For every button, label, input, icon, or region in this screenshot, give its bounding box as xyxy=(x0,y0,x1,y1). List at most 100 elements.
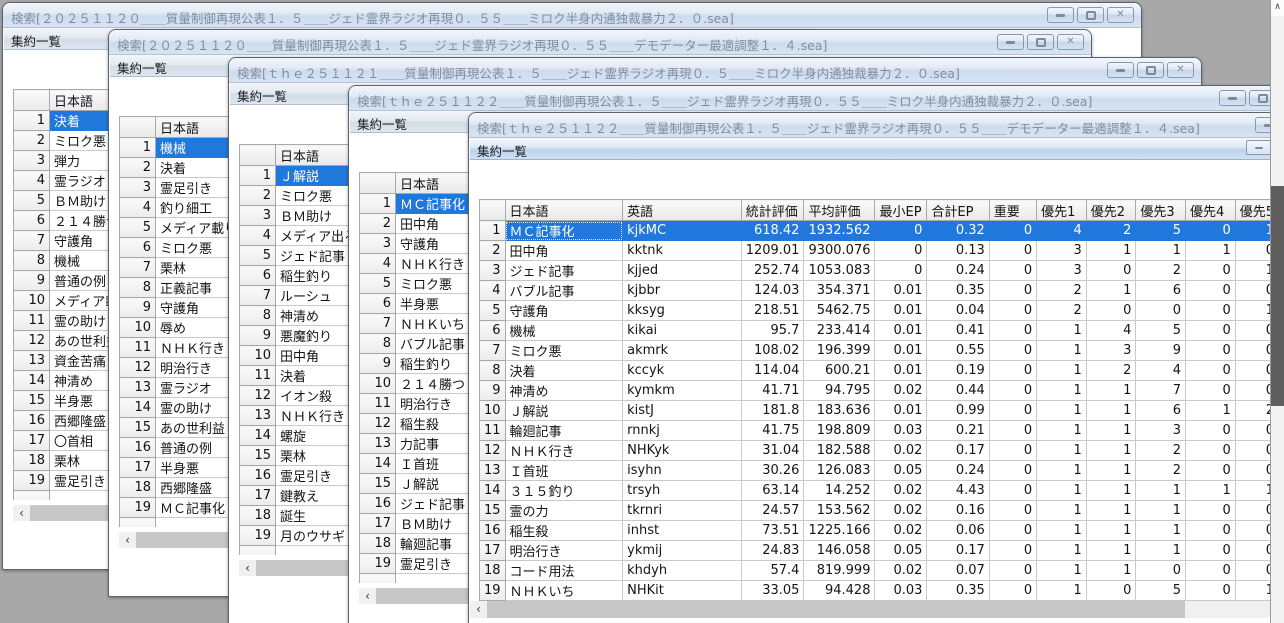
table-cell[interactable]: 0.32 xyxy=(927,221,989,241)
table-cell[interactable]: 1 xyxy=(1086,541,1136,561)
table-cell[interactable]: kjkMC xyxy=(623,221,742,241)
table-cell[interactable]: 0.01 xyxy=(875,401,927,421)
column-header-9[interactable]: 優先2 xyxy=(1086,200,1136,221)
table-cell[interactable]: kymkm xyxy=(623,381,742,401)
table-cell[interactable]: 霊の力 xyxy=(505,501,623,521)
table-cell[interactable]: 1 xyxy=(1037,381,1087,401)
table-cell[interactable]: 田中角 xyxy=(505,241,623,261)
table-cell[interactable]: 0 xyxy=(989,241,1036,261)
table-cell[interactable]: 1 xyxy=(1037,401,1087,421)
title-bar[interactable]: 検索[ｔｈｅ２５１１２１＿＿質量制御再現公表１．５＿＿ジェド霊界ラジオ再現０．５… xyxy=(229,58,1201,83)
table-cell[interactable]: 3 xyxy=(1037,261,1087,281)
table-cell[interactable]: 0.03 xyxy=(875,581,927,601)
table-cell[interactable]: 7 xyxy=(1136,381,1186,401)
table-cell[interactable]: 0 xyxy=(1136,301,1186,321)
table-cell[interactable]: 5 xyxy=(1136,221,1186,241)
table-cell[interactable]: 0 xyxy=(989,561,1036,581)
table-cell[interactable]: 機械 xyxy=(505,321,623,341)
table-cell[interactable]: 5 xyxy=(1136,321,1186,341)
table-cell[interactable]: kccyk xyxy=(623,361,742,381)
table-cell[interactable]: コード用法 xyxy=(505,561,623,581)
table-cell[interactable]: ジェド記事 xyxy=(505,261,623,281)
table-cell[interactable]: 73.51 xyxy=(741,521,804,541)
table-row[interactable]: 6機械kikai95.7233.4140.010.41014500 xyxy=(480,321,1279,341)
table-cell[interactable]: 0 xyxy=(989,321,1036,341)
table-cell[interactable]: 4 xyxy=(1136,361,1186,381)
column-header-10[interactable]: 優先3 xyxy=(1136,200,1186,221)
minimize-button[interactable] xyxy=(1107,62,1134,78)
table-cell[interactable]: NHKyk xyxy=(623,441,742,461)
table-cell[interactable]: 1 xyxy=(1037,541,1087,561)
table-cell[interactable]: 1 xyxy=(1037,421,1087,441)
table-row[interactable]: 7ミロク悪akmrk108.02196.3990.010.55013900 xyxy=(480,341,1279,361)
table-cell[interactable]: kikai xyxy=(623,321,742,341)
table-cell[interactable]: 0.41 xyxy=(927,321,989,341)
table-cell[interactable]: 0.17 xyxy=(927,541,989,561)
table-cell[interactable]: 1 xyxy=(1136,541,1186,561)
search-window-5[interactable]: 検索[ｔｈｅ２５１１２２＿＿質量制御再現公表１．５＿＿ジェド霊界ラジオ再現０．５… xyxy=(468,112,1284,623)
summary-table[interactable]: 日本語英語統計評価平均評価最小EP合計EP重要優先1優先2優先3優先4優先51Ｍ… xyxy=(479,199,1279,601)
table-cell[interactable]: 0.17 xyxy=(927,441,989,461)
table-cell[interactable]: 0 xyxy=(1186,521,1236,541)
table-row[interactable]: 15霊の力tkrnri24.57153.5620.020.16011100 xyxy=(480,501,1279,521)
table-cell[interactable]: 1 xyxy=(1037,361,1087,381)
column-header-8[interactable]: 優先1 xyxy=(1037,200,1087,221)
table-cell[interactable]: trsyh xyxy=(623,481,742,501)
table-row[interactable]: 12ＮＨＫ行きNHKyk31.04182.5880.020.17011200 xyxy=(480,441,1279,461)
table-cell[interactable]: 0.05 xyxy=(875,461,927,481)
scroll-left-icon[interactable]: ‹ xyxy=(239,560,256,576)
table-cell[interactable]: 94.795 xyxy=(804,381,875,401)
column-header-6[interactable]: 合計EP xyxy=(927,200,989,221)
close-button[interactable]: ✕ xyxy=(1057,34,1084,50)
table-cell[interactable]: 0 xyxy=(989,541,1036,561)
table-cell[interactable]: 24.57 xyxy=(741,501,804,521)
table-cell[interactable]: 0.01 xyxy=(875,321,927,341)
table-cell[interactable]: 1 xyxy=(1186,401,1236,421)
table-cell[interactable]: 0.35 xyxy=(927,281,989,301)
table-cell[interactable]: 3 xyxy=(1136,421,1186,441)
scroll-left-icon[interactable]: ‹ xyxy=(13,505,30,521)
table-cell[interactable]: 1932.562 xyxy=(804,221,875,241)
table-cell[interactable]: kistJ xyxy=(623,401,742,421)
table-cell[interactable]: 0.02 xyxy=(875,481,927,501)
table-cell[interactable]: akmrk xyxy=(623,341,742,361)
table-cell[interactable]: 0.05 xyxy=(875,541,927,561)
table-cell[interactable]: 守護角 xyxy=(505,301,623,321)
table-cell[interactable]: 0.01 xyxy=(875,281,927,301)
table-cell[interactable]: 0 xyxy=(989,381,1036,401)
table-cell[interactable]: 0.24 xyxy=(927,261,989,281)
scrollbar-thumb[interactable] xyxy=(1271,186,1284,406)
table-cell[interactable]: 0 xyxy=(989,281,1036,301)
horizontal-scrollbar[interactable]: ‹ xyxy=(470,601,1284,618)
table-cell[interactable]: 2 xyxy=(1037,281,1087,301)
table-cell[interactable]: 0 xyxy=(989,501,1036,521)
table-cell[interactable]: 0.13 xyxy=(927,241,989,261)
table-cell[interactable]: 決着 xyxy=(505,361,623,381)
table-cell[interactable]: 63.14 xyxy=(741,481,804,501)
table-row[interactable]: 11輪廻記事rnnkj41.75198.8090.030.21011300 xyxy=(480,421,1279,441)
column-header-5[interactable]: 最小EP xyxy=(875,200,927,221)
table-cell[interactable]: 1 xyxy=(1037,581,1087,601)
table-cell[interactable]: 114.04 xyxy=(741,361,804,381)
table-cell[interactable]: 稲生殺 xyxy=(505,521,623,541)
scroll-up-icon[interactable]: ∧ xyxy=(1271,0,1284,16)
table-cell[interactable]: 0 xyxy=(1186,221,1236,241)
title-bar[interactable]: 検索[ｔｈｅ２５１１２２＿＿質量制御再現公表１．５＿＿ジェド霊界ラジオ再現０．５… xyxy=(469,113,1284,138)
table-cell[interactable]: 0 xyxy=(875,241,927,261)
table-cell[interactable]: 神清め xyxy=(505,381,623,401)
scrollbar-thumb[interactable] xyxy=(487,601,1185,618)
table-cell[interactable]: 5462.75 xyxy=(804,301,875,321)
table-cell[interactable]: inhst xyxy=(623,521,742,541)
table-cell[interactable]: 0.02 xyxy=(875,521,927,541)
table-cell[interactable]: 1 xyxy=(1086,381,1136,401)
table-cell[interactable]: 0.19 xyxy=(927,361,989,381)
table-cell[interactable]: 2 xyxy=(1136,461,1186,481)
table-cell[interactable]: 233.414 xyxy=(804,321,875,341)
table-cell[interactable]: 4 xyxy=(1037,221,1087,241)
title-bar[interactable]: 検索[２０２５１１２０＿＿質量制御再現公表１．５＿＿ジェド霊界ラジオ再現０．５５… xyxy=(109,30,1091,55)
table-cell[interactable]: 0.03 xyxy=(875,421,927,441)
table-cell[interactable]: 0 xyxy=(989,461,1036,481)
table-cell[interactable]: 0 xyxy=(1186,341,1236,361)
table-cell[interactable]: 1053.083 xyxy=(804,261,875,281)
table-cell[interactable]: 1225.166 xyxy=(804,521,875,541)
